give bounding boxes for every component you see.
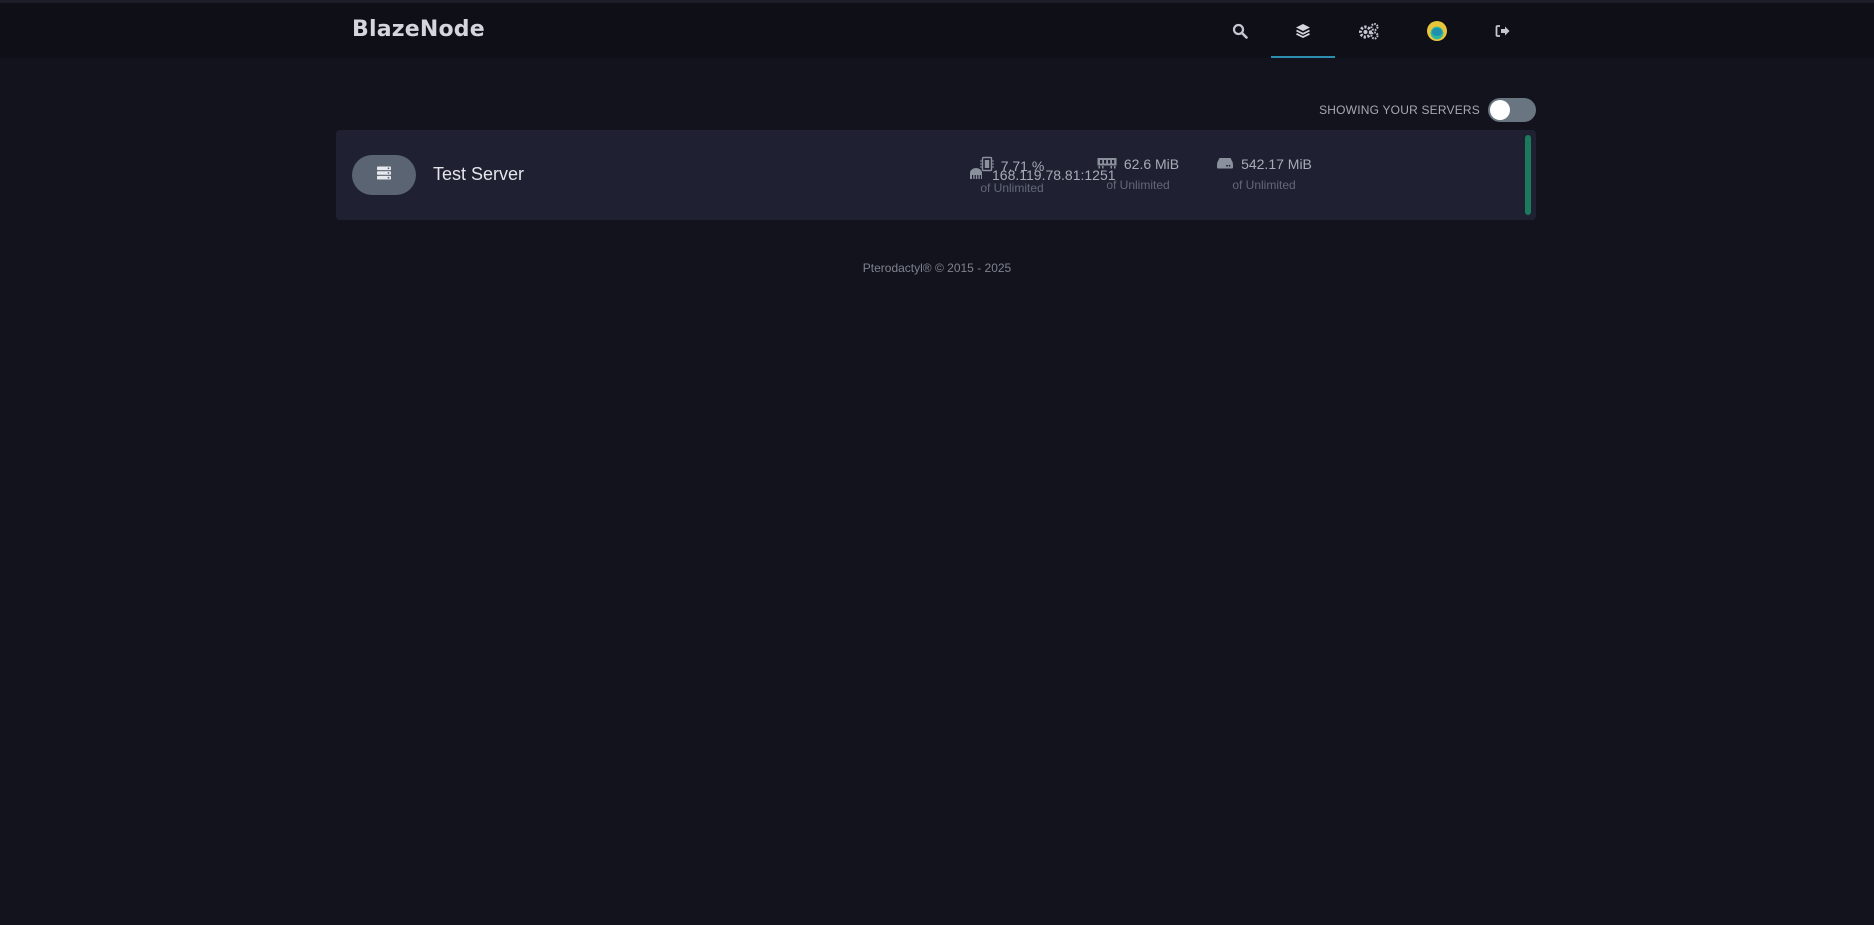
disk-stat: 542.17 MiB of Unlimited	[1209, 156, 1319, 192]
show-all-servers-toggle[interactable]	[1488, 98, 1536, 122]
memory-stat: 62.6 MiB of Unlimited	[1083, 156, 1193, 192]
cpu-stat: 7.71 % of Unlimited	[957, 156, 1067, 195]
cpu-limit: of Unlimited	[980, 181, 1044, 195]
nav-search[interactable]	[1208, 3, 1272, 58]
memory-icon	[1097, 156, 1117, 172]
nav-logout[interactable]	[1471, 3, 1535, 58]
cpu-value: 7.71 %	[1000, 157, 1045, 174]
search-icon	[1232, 23, 1248, 39]
server-name: Test Server	[433, 164, 525, 184]
memory-value: 62.6 MiB	[1123, 156, 1180, 172]
disk-value: 542.17 MiB	[1241, 156, 1312, 172]
hdd-icon	[1216, 156, 1234, 172]
server-icon-badge	[352, 155, 416, 195]
toggle-knob	[1490, 100, 1510, 120]
navbar: BlazeNode	[0, 3, 1874, 58]
nav-servers[interactable]	[1271, 3, 1335, 58]
server-status-indicator	[1525, 135, 1531, 215]
server-card[interactable]: Test Server 168.119.78.81:1251 7.71 % of…	[336, 130, 1536, 220]
layers-icon	[1294, 22, 1312, 40]
cogs-icon	[1358, 22, 1380, 40]
brand-logo[interactable]: BlazeNode	[352, 17, 485, 42]
cpu-icon	[979, 156, 994, 175]
server-icon	[376, 165, 392, 186]
nav-admin[interactable]	[1337, 3, 1401, 58]
disk-limit: of Unlimited	[1232, 178, 1296, 192]
server-filter: Showing your servers	[1319, 98, 1536, 122]
filter-label: Showing your servers	[1319, 103, 1480, 117]
avatar	[1427, 20, 1447, 41]
sign-out-icon	[1495, 24, 1511, 38]
memory-limit: of Unlimited	[1106, 178, 1170, 192]
footer-copyright[interactable]: Pterodactyl® © 2015 - 2025	[0, 261, 1874, 275]
nav-account[interactable]	[1405, 3, 1469, 58]
